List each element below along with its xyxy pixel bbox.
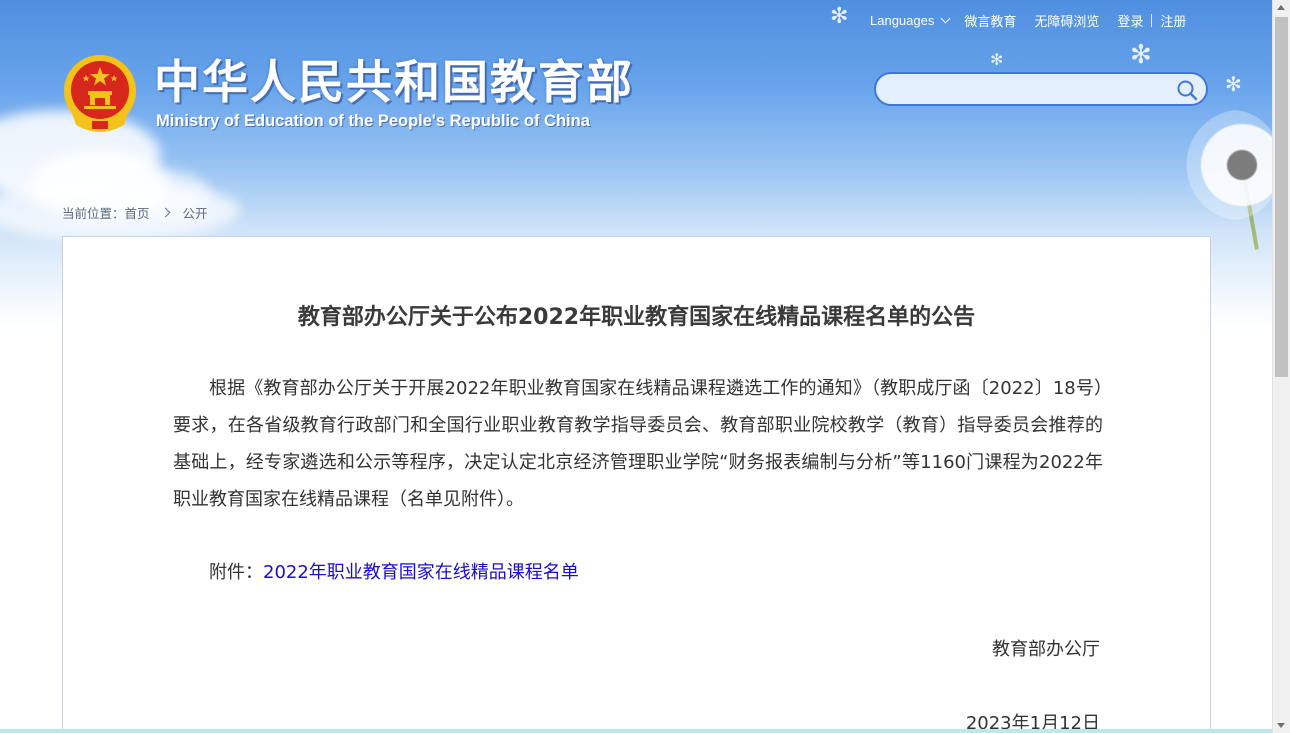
breadcrumb-current-link[interactable]: 公开 <box>183 203 208 222</box>
breadcrumb-prefix: 当前位置： <box>62 206 125 221</box>
scroll-down-arrow-icon[interactable] <box>1277 723 1285 728</box>
search-input[interactable] <box>888 79 1172 101</box>
dandelion-decoration <box>1182 110 1272 220</box>
divider <box>1151 13 1153 27</box>
languages-dropdown[interactable]: Languages <box>870 12 951 28</box>
register-link[interactable]: 注册 <box>1160 11 1186 30</box>
breadcrumb-home-link[interactable]: 首页 <box>125 203 150 222</box>
scroll-up-arrow-icon[interactable] <box>1277 5 1285 10</box>
site-title: 中华人民共和国教育部 <box>154 55 634 109</box>
vertical-scrollbar[interactable] <box>1272 0 1290 733</box>
search-icon[interactable] <box>1176 79 1198 101</box>
article-card: 教育部办公厅关于公布2022年职业教育国家在线精品课程名单的公告 根据《教育部办… <box>62 236 1211 733</box>
breadcrumb-arrow-icon <box>160 207 170 218</box>
top-links-bar: Languages 微言教育 无障碍浏览 登录 注册 <box>870 11 1186 29</box>
login-link[interactable]: 登录 <box>1117 11 1143 30</box>
weiyan-link[interactable]: 微言教育 <box>964 11 1016 30</box>
bottom-strip <box>0 729 1272 733</box>
article-title: 教育部办公厅关于公布2022年职业教育国家在线精品课程名单的公告 <box>297 305 976 330</box>
signature-org: 教育部办公厅 <box>992 639 1100 660</box>
attachment-link[interactable]: 2022年职业教育国家在线精品课程名单 <box>263 562 579 583</box>
attachment-label: 附件： <box>209 562 263 583</box>
attachment-line: 附件：2022年职业教育国家在线精品课程名单 <box>209 558 579 584</box>
breadcrumb: 当前位置： 首页 公开 <box>62 203 208 222</box>
languages-label: Languages <box>870 12 935 28</box>
site-subtitle: Ministry of Education of the People's Re… <box>156 112 590 130</box>
scroll-thumb[interactable] <box>1275 17 1288 377</box>
article-body: 根据《教育部办公厅关于开展2022年职业教育国家在线精品课程遴选工作的通知》（教… <box>173 378 1103 510</box>
national-emblem <box>64 55 136 132</box>
accessibility-link[interactable]: 无障碍浏览 <box>1034 11 1099 30</box>
search-box <box>874 72 1208 106</box>
chevron-down-icon <box>940 13 951 23</box>
